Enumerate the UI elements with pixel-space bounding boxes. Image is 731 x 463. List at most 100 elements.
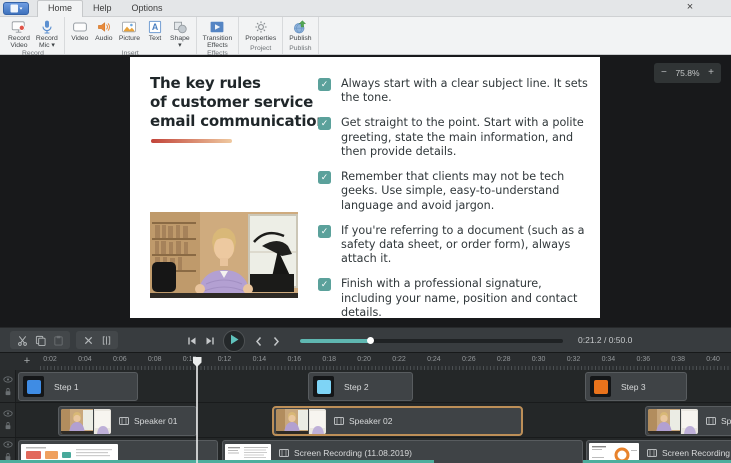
step-back-button[interactable] [251,332,266,350]
track-lock-toggle[interactable] [4,387,12,396]
tab-help[interactable]: Help [83,1,122,16]
film-icon [279,448,289,458]
clip-thumbnail [313,376,334,397]
properties-button[interactable]: Properties [242,17,279,42]
timeline-clip-speaker[interactable]: Speaker 01 [58,406,197,436]
ruler-tick-label: 0:20 [357,356,371,363]
slide[interactable]: The key rulesof customer serviceemail co… [130,57,600,318]
shape-button[interactable]: Shape▾ [167,17,193,49]
editor-canvas: The key rulesof customer serviceemail co… [0,55,731,327]
ruler-tick-label: 0:26 [462,356,476,363]
ruler-tick-label: 0:30 [532,356,546,363]
split-icon [101,335,112,346]
clip-thumbnail [590,376,611,397]
timeline-tracks: Step 1 Step 2 Step 3 [0,370,731,463]
tab-options[interactable]: Options [122,1,173,16]
skip-to-start-button[interactable] [184,332,199,350]
clip-edit-buttons [10,331,124,349]
ruler-tick-label: 0:34 [602,356,616,363]
zoom-in-button[interactable]: + [708,63,714,83]
ribbon-button-label: Publish [289,35,311,42]
seek-slider-handle[interactable] [367,337,374,344]
timeline-ruler[interactable]: + 0:020:040:060:080:100:120:140:160:180:… [0,352,731,370]
app-menu-button[interactable] [3,2,29,15]
ruler-tick-label: 0:04 [78,356,92,363]
svg-text:A: A [152,22,159,32]
transition-effects-button[interactable]: TransitionEffects [200,17,236,49]
timeline-clip-speaker[interactable]: Speaker 03 [645,406,731,436]
copy-button[interactable] [33,333,47,347]
picture-icon [121,18,137,35]
film-icon [706,416,716,426]
ribbon-tab-bar: HomeHelpOptions × [0,0,731,17]
check-icon: ✓ [318,117,331,130]
ribbon-button-label: RecordMic ▾ [36,35,58,49]
ruler-tick-label: 0:36 [636,356,650,363]
text-button[interactable]: A Text [143,17,167,42]
zoom-control: − 75.8% + [654,63,721,83]
skip-end-icon [204,335,216,347]
ribbon-toolbar: RecordVideo RecordMic ▾ Record Video Aud… [0,17,731,54]
transition-effects-icon [209,18,225,35]
publish-button[interactable]: Publish [286,17,314,42]
play-button[interactable] [223,330,245,352]
ribbon-group: Video Audio Picture A Text Shape▾ Insert [65,17,197,54]
ruler-tick-label: 0:18 [322,356,336,363]
video-button[interactable]: Video [68,17,92,42]
delete-button[interactable] [81,333,95,347]
copy-icon [35,335,46,346]
ribbon-button-label: Video [71,35,88,42]
seek-slider-fill [300,339,371,343]
text-icon: A [147,18,163,35]
record-video-button[interactable]: RecordVideo [5,17,33,49]
track-shapes: Step 1 Step 2 Step 3 [0,370,731,403]
properties-icon [253,18,269,35]
delete-icon [83,335,94,346]
application-window: HomeHelpOptions × RecordVideo RecordMic … [0,0,731,463]
skip-to-end-button[interactable] [202,332,217,350]
timeline-clip-shape[interactable]: Step 3 [585,372,687,401]
track-lock-toggle[interactable] [4,421,12,430]
track-visibility-toggle[interactable] [3,376,13,383]
checklist: ✓ Always start with a clear subject line… [318,77,590,331]
ribbon: HomeHelpOptions × RecordVideo RecordMic … [0,0,731,55]
clip-label: Screen Recording (11.08.2019) [662,448,731,458]
checklist-item-text: Remember that clients may not be tech ge… [341,170,590,213]
ribbon-button-label: Audio [95,35,112,42]
edit-button-group [76,331,118,349]
ribbon-group: RecordVideo RecordMic ▾ Record [2,17,65,54]
check-icon: ✓ [318,225,331,238]
ribbon-group-label: Insert [68,49,193,59]
record-mic-button[interactable]: RecordMic ▾ [33,17,61,49]
close-button[interactable]: × [683,1,697,13]
ruler-tick-label: 0:14 [253,356,267,363]
tab-home[interactable]: Home [37,0,83,17]
timeline-clip-speaker[interactable]: Speaker 02 [272,406,523,436]
ribbon-group-label: Publish [286,44,314,54]
picture-button[interactable]: Picture [116,17,143,42]
audio-button[interactable]: Audio [92,17,116,42]
zoom-out-button[interactable]: − [661,63,667,83]
title-accent-underline [151,139,232,143]
ruler-tick-label: 0:24 [427,356,441,363]
ruler-tick-label: 0:16 [287,356,301,363]
step-forward-button[interactable] [269,332,284,350]
check-icon: ✓ [318,171,331,184]
checklist-item: ✓ Always start with a clear subject line… [318,77,590,105]
timeline-clip-shape[interactable]: Step 1 [18,372,138,401]
checklist-item-text: If you're referring to a document (such … [341,224,590,267]
add-track-button[interactable]: + [20,355,34,368]
clip-label: Step 2 [344,382,369,392]
seek-slider[interactable] [300,339,563,343]
split-button[interactable] [99,333,113,347]
ruler-tick-label: 0:32 [567,356,581,363]
speaker-video-frame[interactable] [150,212,298,298]
film-icon [119,416,129,426]
video-icon [72,18,88,35]
paste-button[interactable] [51,333,65,347]
track-visibility-toggle[interactable] [3,441,13,448]
timeline-clip-shape[interactable]: Step 2 [308,372,413,401]
speaker-video-still [150,212,298,298]
track-visibility-toggle[interactable] [3,410,13,417]
cut-button[interactable] [15,333,29,347]
